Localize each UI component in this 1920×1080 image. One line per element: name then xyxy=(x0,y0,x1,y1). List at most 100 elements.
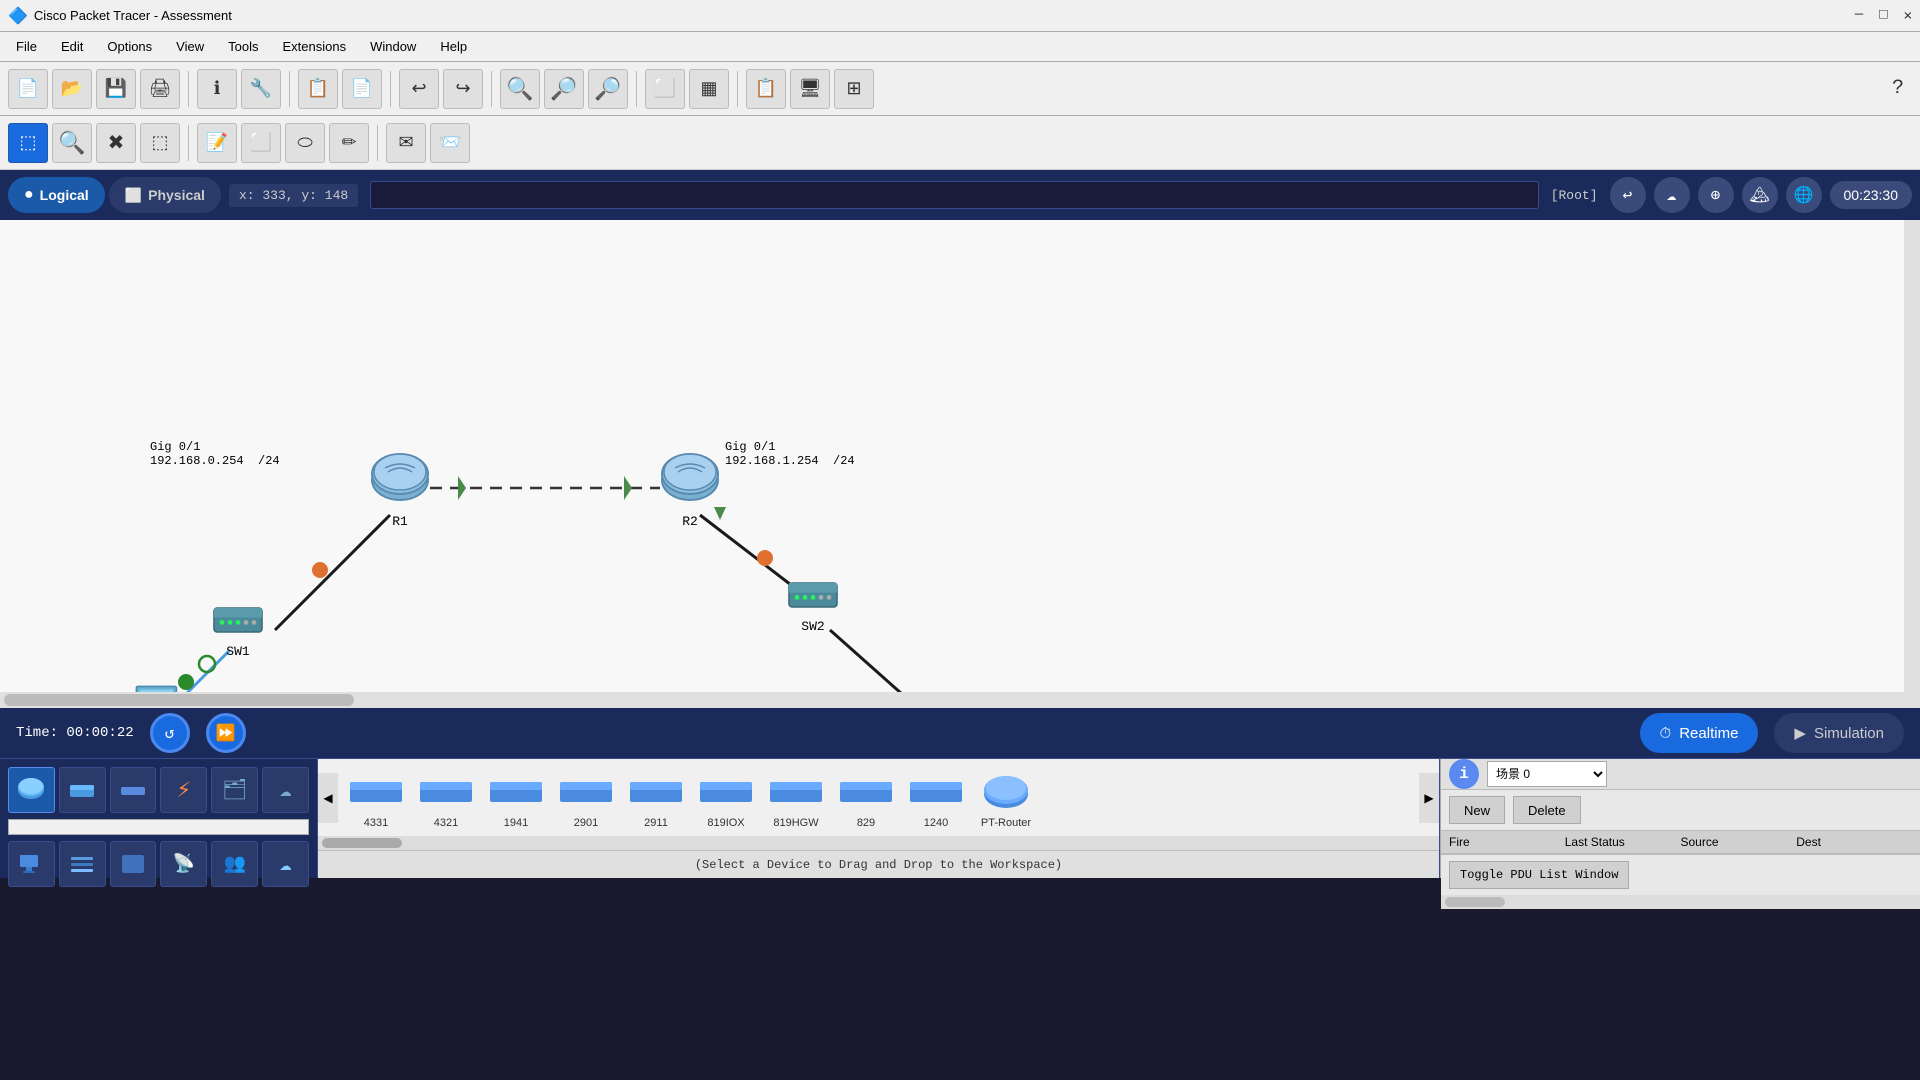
cat-wireless[interactable]: ⚡ xyxy=(160,767,207,813)
move-button[interactable]: 🔍 xyxy=(52,123,92,163)
palette-button[interactable]: 📋 xyxy=(746,69,786,109)
device-4331[interactable]: 4331 xyxy=(342,763,410,833)
cat-wireless2[interactable]: 📡 xyxy=(160,841,207,887)
custom-view-button[interactable]: ▦ xyxy=(689,69,729,109)
device-search-input[interactable] xyxy=(8,819,309,835)
switch-sw1-icon xyxy=(210,600,266,640)
device-2911[interactable]: 2911 xyxy=(622,763,690,833)
toolbar2: ⬚ 🔍 ✖ ⬚ 📝 ⬜ ⬭ ✏ ✉ 📨 xyxy=(0,116,1920,170)
cat-end-devices[interactable] xyxy=(8,841,55,887)
wizard-button[interactable]: 🔧 xyxy=(241,69,281,109)
menu-help[interactable]: Help xyxy=(428,35,479,58)
device-1941[interactable]: 1941 xyxy=(482,763,550,833)
cat-connections[interactable] xyxy=(59,841,106,887)
cloud-nav-button[interactable]: ☁ xyxy=(1654,177,1690,213)
switch-sw2-node[interactable]: SW2 xyxy=(785,575,841,634)
menu-extensions[interactable]: Extensions xyxy=(270,35,358,58)
email-button[interactable]: ✉ xyxy=(386,123,426,163)
pdu-scrollbar[interactable] xyxy=(1441,895,1920,909)
toggle-pdu-list-button[interactable]: Toggle PDU List Window xyxy=(1449,861,1629,889)
cat-cloud[interactable]: ☁ xyxy=(262,841,309,887)
paste-button[interactable]: 📄 xyxy=(342,69,382,109)
back-nav-button[interactable]: ↩ xyxy=(1610,177,1646,213)
pdu-new-button[interactable]: New xyxy=(1449,796,1505,824)
pencil-button[interactable]: ✏ xyxy=(329,123,369,163)
menu-window[interactable]: Window xyxy=(358,35,428,58)
menu-tools[interactable]: Tools xyxy=(216,35,270,58)
redo-button[interactable]: ↪ xyxy=(443,69,483,109)
device-2901[interactable]: 2901 xyxy=(552,763,620,833)
move-nav-button[interactable]: ⊕ xyxy=(1698,177,1734,213)
save-button[interactable]: 💾 xyxy=(96,69,136,109)
router-r1-info: Gig 0/1 192.168.0.254 /24 xyxy=(150,440,280,468)
switch-sw1-node[interactable]: SW1 xyxy=(210,600,266,659)
zoom-in-button[interactable]: 🔍 xyxy=(500,69,540,109)
device-2911-icon xyxy=(628,767,684,817)
cat-wan[interactable]: ☁ xyxy=(262,767,309,813)
maximize-btn[interactable]: □ xyxy=(1879,7,1887,24)
email-open-button[interactable]: 📨 xyxy=(430,123,470,163)
device-829[interactable]: 829 xyxy=(832,763,900,833)
horizontal-scrollbar[interactable] xyxy=(0,692,1904,708)
logical-mode-button[interactable]: ● Logical xyxy=(8,177,105,213)
menu-file[interactable]: File xyxy=(4,35,49,58)
nav-icons: ↩ ☁ ⊕ 🏔 🌐 00:23:30 xyxy=(1610,177,1913,213)
globe-nav-button[interactable]: 🌐 xyxy=(1786,177,1822,213)
router-r2-node[interactable]: R2 Gig 0/1 192.168.1.254 /24 xyxy=(660,450,720,529)
realtime-mode-button[interactable]: ⏱ Realtime xyxy=(1640,713,1759,753)
close-btn[interactable]: ✕ xyxy=(1904,7,1912,24)
help-button[interactable]: ? xyxy=(1884,69,1912,108)
device-1240[interactable]: 1240 xyxy=(902,763,970,833)
undo-button[interactable]: ↩ xyxy=(399,69,439,109)
copy-activity-button[interactable]: 📋 xyxy=(298,69,338,109)
menu-options[interactable]: Options xyxy=(95,35,164,58)
menu-edit[interactable]: Edit xyxy=(49,35,95,58)
pdu-info-icon[interactable]: i xyxy=(1449,759,1479,789)
rectangle-button[interactable]: ⬜ xyxy=(241,123,281,163)
cat-multiuser[interactable]: 👥 xyxy=(211,841,258,887)
zoom-reset-button[interactable]: 🔎 xyxy=(544,69,584,109)
new-button[interactable]: 📄 xyxy=(8,69,48,109)
cluster-button[interactable]: ⊞ xyxy=(834,69,874,109)
fit-window-button[interactable]: ⬜ xyxy=(645,69,685,109)
reset-button[interactable]: ↺ xyxy=(150,713,190,753)
pdu-delete-button[interactable]: Delete xyxy=(1513,796,1581,824)
screen-map-button[interactable]: 🖥 xyxy=(790,69,830,109)
scroll-left-button[interactable]: ◀ xyxy=(318,773,338,823)
device-categories: ⚡ 🗂 ☁ 📡 👥 ☁ xyxy=(0,759,318,878)
cat-routers[interactable] xyxy=(8,767,55,813)
select-button[interactable]: ⬚ xyxy=(8,123,48,163)
print-button[interactable]: 🖨 xyxy=(140,69,180,109)
separator xyxy=(737,71,738,107)
inspect-button[interactable]: ⬚ xyxy=(140,123,180,163)
device-819iox[interactable]: 819IOX xyxy=(692,763,760,833)
info-button[interactable]: ℹ xyxy=(197,69,237,109)
network-canvas[interactable]: R1 Gig 0/1 192.168.0.254 /24 R2 Gig 0/1 … xyxy=(0,220,1920,708)
fast-forward-button[interactable]: ⏩ xyxy=(206,713,246,753)
zoom-out-button[interactable]: 🔍 xyxy=(588,69,628,109)
device-horizontal-scrollbar[interactable] xyxy=(318,836,1439,850)
delete-button[interactable]: ✖ xyxy=(96,123,136,163)
device-819iox-label: 819IOX xyxy=(707,817,744,829)
ellipse-button[interactable]: ⬭ xyxy=(285,123,325,163)
note-button[interactable]: 📝 xyxy=(197,123,237,163)
device-819hgw[interactable]: 819HGW xyxy=(762,763,830,833)
device-pt-router[interactable]: PT-Router xyxy=(972,763,1040,833)
physical-mode-button[interactable]: ⬜ Physical xyxy=(109,177,221,213)
router-r1-node[interactable]: R1 Gig 0/1 192.168.0.254 /24 xyxy=(370,450,430,529)
open-button[interactable]: 📂 xyxy=(52,69,92,109)
image-nav-button[interactable]: 🏔 xyxy=(1742,177,1778,213)
scenario-select[interactable]: 场景 0 xyxy=(1487,761,1607,787)
device-2901-icon xyxy=(558,767,614,817)
menu-view[interactable]: View xyxy=(164,35,216,58)
scroll-right-button[interactable]: ▶ xyxy=(1419,773,1439,823)
simulation-mode-button[interactable]: ▶ Simulation xyxy=(1774,713,1904,753)
vertical-scrollbar[interactable] xyxy=(1904,220,1920,708)
cat-security[interactable]: 🗂 xyxy=(211,767,258,813)
device-819iox-icon xyxy=(698,767,754,817)
minimize-btn[interactable]: ─ xyxy=(1855,7,1863,24)
cat-misc[interactable] xyxy=(110,841,157,887)
cat-switches[interactable] xyxy=(59,767,106,813)
cat-hubs[interactable] xyxy=(110,767,157,813)
device-4321[interactable]: 4321 xyxy=(412,763,480,833)
